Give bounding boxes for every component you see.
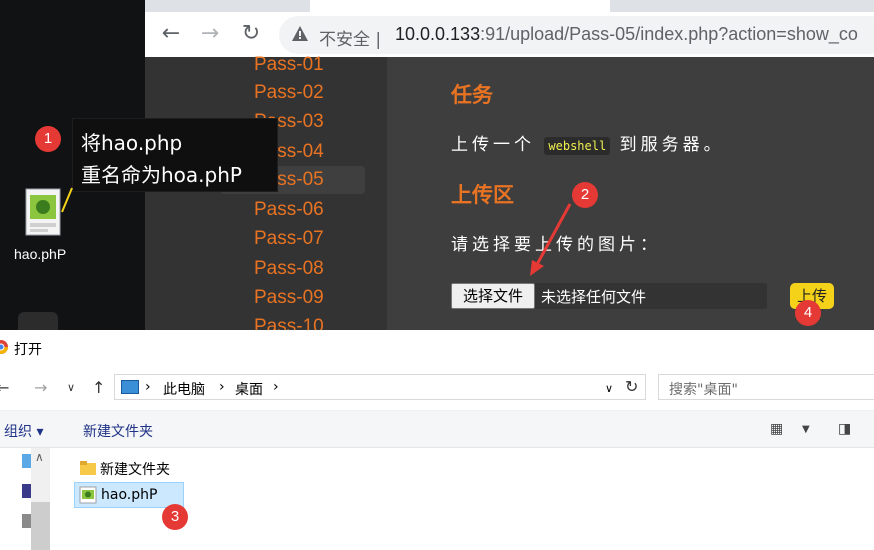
address-bar[interactable]: 不安全 | 10.0.0.133:91/upload/Pass-05/index… [279, 16, 874, 54]
tooltip-pointer [61, 187, 73, 213]
breadcrumb-separator: › [219, 379, 225, 395]
task-heading: 任务 [451, 83, 493, 107]
sidebar-item-pass-07[interactable]: Pass-07 [254, 225, 374, 253]
insecure-label: 不安全 | [319, 30, 382, 50]
scroll-up-icon[interactable]: ∧ [35, 450, 44, 464]
view-dropdown-icon[interactable]: ▼ [802, 424, 810, 435]
desktop-file-label[interactable]: hao.phP [14, 246, 66, 262]
refresh-icon[interactable]: ↻ [625, 377, 638, 396]
dialog-path-bar[interactable]: › 此电脑 › 桌面 › ∨ ↻ [114, 374, 646, 400]
list-item[interactable]: 新建文件夹 [80, 457, 170, 483]
breadcrumb-separator: › [145, 379, 151, 395]
no-file-text: 未选择任何文件 [541, 288, 647, 306]
tooltip-line-1: 将hao.php [81, 131, 183, 155]
active-tab[interactable] [310, 0, 610, 12]
preview-pane-icon[interactable]: ◨ [838, 421, 851, 437]
php-file-icon [79, 486, 97, 504]
path-dropdown-icon[interactable]: ∨ [605, 382, 613, 395]
chrome-icon [0, 340, 8, 354]
warning-icon [292, 26, 308, 41]
step-badge-3: 3 [162, 504, 188, 530]
step-badge-1: 1 [35, 126, 61, 152]
list-item-label: 新建文件夹 [100, 462, 170, 478]
search-placeholder: 搜索"桌面" [669, 382, 738, 398]
computer-icon [121, 380, 139, 394]
task-description: 上传一个 webshell 到服务器。 [451, 135, 725, 155]
browser-toolbar: ← → ↻ 不安全 | 10.0.0.133:91/upload/Pass-05… [145, 0, 874, 57]
sidebar-item-pass-06[interactable]: Pass-06 [254, 196, 374, 224]
organize-button[interactable]: 组织 ▾ [4, 421, 43, 441]
dialog-title: 打开 [14, 342, 42, 358]
step-badge-4: 4 [795, 300, 821, 326]
dialog-address-row: ← → ∨ ↑ › 此电脑 › 桌面 › ∨ ↻ 搜索"桌面" [0, 374, 874, 402]
list-item-selected[interactable]: hao.phP [74, 482, 184, 508]
dialog-search-input[interactable]: 搜索"桌面" [658, 374, 874, 400]
breadcrumb-desktop[interactable]: 桌面 [235, 379, 263, 399]
reload-icon[interactable]: ↻ [239, 22, 263, 46]
back-icon[interactable]: ← [0, 378, 9, 397]
file-input[interactable]: 选择文件 未选择任何文件 [451, 283, 767, 309]
sidebar-item-pass-09[interactable]: Pass-09 [254, 284, 374, 312]
breadcrumb-separator: › [273, 379, 279, 395]
annotation-arrow [530, 203, 572, 276]
sidebar-item-pass-02[interactable]: Pass-02 [254, 79, 374, 107]
breadcrumb-this-pc[interactable]: 此电脑 [163, 379, 205, 399]
screen: hao.phP ← → ↻ 不安全 | 10.0.0.133:91/upload… [0, 0, 874, 550]
dialog-toolbar: 组织 ▾ 新建文件夹 ▦ ▼ ◨ [0, 410, 874, 448]
upload-heading: 上传区 [451, 183, 514, 207]
list-item-label: hao.phP [101, 487, 158, 503]
forward-icon[interactable]: → [34, 378, 47, 397]
web-page: Pass-01 Pass-02 Pass-03 Pass-04 Pass-05 … [145, 54, 874, 337]
up-icon[interactable]: ↑ [92, 378, 105, 397]
annotation-tooltip: 将hao.php 重名命为hoa.phP [72, 118, 278, 192]
desktop-partial-icon [18, 312, 58, 330]
navigation-pane: ∧ [0, 448, 50, 550]
back-icon[interactable]: ← [159, 22, 183, 46]
sidebar-item-pass-08[interactable]: Pass-08 [254, 255, 374, 283]
tooltip-line-2: 重名命为hoa.phP [81, 163, 242, 187]
webshell-code: webshell [544, 137, 611, 155]
new-folder-button[interactable]: 新建文件夹 [83, 421, 153, 441]
forward-icon[interactable]: → [198, 22, 222, 46]
choose-file-button[interactable]: 选择文件 [451, 283, 535, 309]
open-file-dialog: 打开 ← → ∨ ↑ › 此电脑 › 桌面 › ∨ ↻ 搜索"桌面" 组织 ▾ … [0, 330, 874, 550]
nav-scrollbar-thumb[interactable] [31, 502, 50, 550]
pass-sidebar: Pass-01 Pass-02 Pass-03 Pass-04 Pass-05 … [145, 54, 387, 337]
tab-strip [145, 0, 874, 12]
url-text[interactable]: 10.0.0.133:91/upload/Pass-05/index.php?a… [395, 24, 858, 45]
recent-dropdown-icon[interactable]: ∨ [67, 381, 75, 394]
sidebar-item-pass-01[interactable]: Pass-01 [254, 51, 374, 79]
folder-icon [80, 461, 96, 475]
view-options-icon[interactable]: ▦ [770, 421, 783, 437]
